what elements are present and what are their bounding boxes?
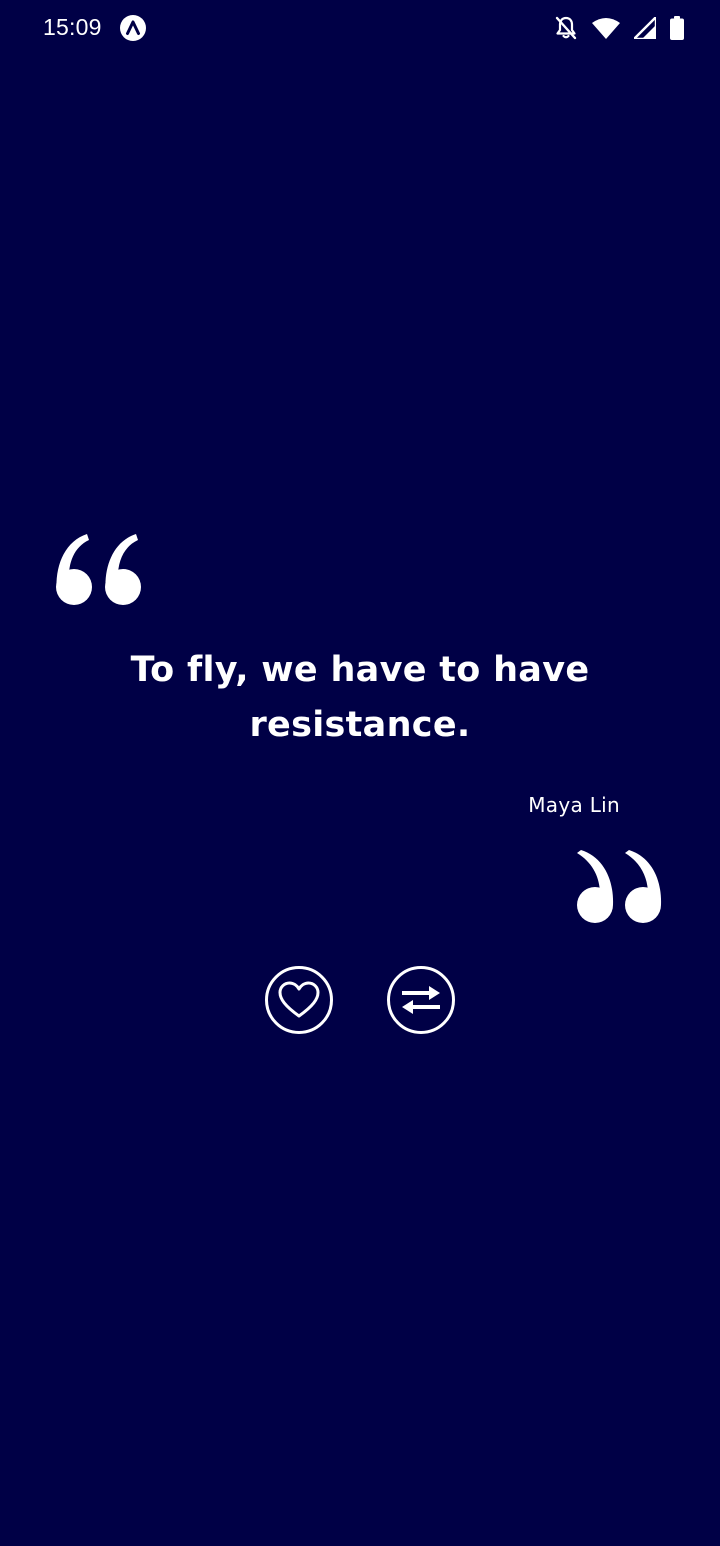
status-bar: 15:09 — [0, 0, 720, 56]
quote-text: To fly, we have to have resistance. — [130, 650, 590, 745]
open-quote-icon — [56, 534, 141, 605]
like-button[interactable] — [265, 966, 333, 1034]
close-quote-icon — [577, 850, 662, 923]
heart-icon — [278, 981, 320, 1018]
status-icons — [554, 14, 684, 42]
quote-author: Maya Lin — [528, 793, 620, 817]
wifi-icon — [592, 18, 620, 39]
battery-icon — [670, 16, 684, 40]
bell-off-icon — [555, 16, 577, 40]
next-quote-button[interactable] — [387, 966, 455, 1034]
app-notification-icon — [120, 15, 146, 41]
signal-icon — [634, 17, 656, 39]
swap-arrows-icon — [402, 986, 440, 1014]
status-time: 15:09 — [43, 14, 102, 40]
